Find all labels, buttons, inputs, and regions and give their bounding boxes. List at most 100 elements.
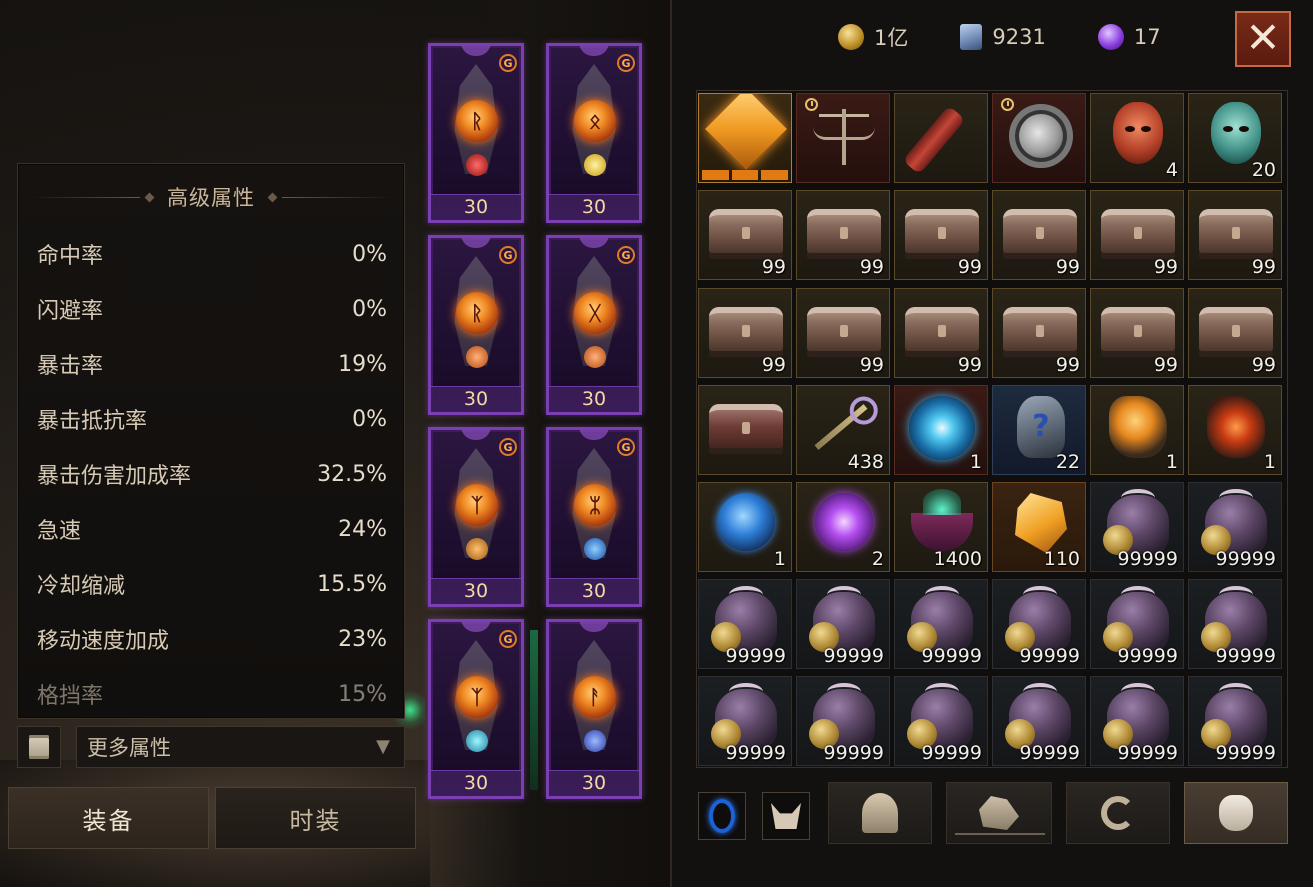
gem-icon bbox=[584, 730, 606, 752]
inventory-slot[interactable]: 99 bbox=[1188, 190, 1282, 280]
inventory-slot[interactable]: 99 bbox=[894, 288, 988, 378]
filter-bag-button[interactable] bbox=[1184, 782, 1288, 844]
item-quantity: 99999 bbox=[823, 645, 884, 667]
tier-badge-icon: G bbox=[617, 438, 635, 456]
close-button[interactable]: ✕ bbox=[1235, 11, 1291, 67]
item-quantity: 438 bbox=[847, 451, 884, 473]
inventory-slot[interactable]: 99 bbox=[698, 190, 792, 280]
more-stats-dropdown[interactable]: 更多属性 ▼ bbox=[76, 726, 405, 768]
tier-badge-icon: G bbox=[499, 246, 517, 264]
filter-ring-button[interactable] bbox=[698, 792, 746, 840]
gem-icon bbox=[584, 538, 606, 560]
inventory-slot[interactable]: 4 bbox=[1090, 93, 1184, 183]
coin-pile-icon bbox=[711, 683, 777, 749]
equipment-slot-3[interactable]: G ᚱ 30 bbox=[428, 235, 524, 415]
item-quantity: 99 bbox=[1251, 354, 1276, 376]
inventory-slot[interactable]: 99 bbox=[992, 288, 1086, 378]
inventory-slot[interactable] bbox=[698, 93, 792, 183]
inventory-slot[interactable]: 99999 bbox=[1188, 579, 1282, 669]
inventory-slot[interactable]: 99999 bbox=[698, 676, 792, 766]
stat-value: 15.5% bbox=[317, 571, 387, 597]
inventory-slot[interactable]: 99 bbox=[1090, 190, 1184, 280]
inventory-slot[interactable]: 1 bbox=[1090, 385, 1184, 475]
stat-value: 32.5% bbox=[317, 461, 387, 487]
inventory-slot[interactable]: ? 22 bbox=[992, 385, 1086, 475]
inventory-slot[interactable] bbox=[796, 93, 890, 183]
stat-value: 15% bbox=[338, 681, 387, 707]
inventory-slot[interactable] bbox=[894, 93, 988, 183]
equipment-slot-6[interactable]: G ᛯ 30 bbox=[546, 427, 642, 607]
inventory-slot[interactable]: 99999 bbox=[992, 676, 1086, 766]
stat-row-dodge-rate: 闪避率 0% bbox=[37, 289, 387, 329]
lava-ore-icon bbox=[1207, 396, 1265, 458]
inventory-slot[interactable]: 99999 bbox=[1090, 579, 1184, 669]
inventory-slot[interactable] bbox=[698, 385, 792, 475]
equipment-slot-7[interactable]: G ᛉ 30 bbox=[428, 619, 524, 799]
inventory-slot[interactable]: 99999 bbox=[894, 676, 988, 766]
inventory-slot[interactable]: 99999 bbox=[1090, 482, 1184, 572]
mystery-stone-icon: ? bbox=[1017, 396, 1065, 458]
inventory-slot[interactable]: 99999 bbox=[1188, 482, 1282, 572]
inventory-slot[interactable]: 1 bbox=[698, 482, 792, 572]
item-quantity: 20 bbox=[1251, 159, 1276, 181]
gem-icon bbox=[466, 346, 488, 368]
inventory-slot[interactable]: 438 bbox=[796, 385, 890, 475]
inventory-slot[interactable]: 1400 bbox=[894, 482, 988, 572]
stat-value: 19% bbox=[338, 351, 387, 377]
item-quantity: 99999 bbox=[921, 645, 982, 667]
title-divider-left bbox=[30, 196, 140, 198]
inventory-slot[interactable] bbox=[992, 93, 1086, 183]
equipment-slot-4[interactable]: G ᚷ 30 bbox=[546, 235, 642, 415]
stat-label: 暴击抵抗率 bbox=[37, 409, 148, 434]
gem-icon bbox=[466, 154, 488, 176]
helmet-icon bbox=[862, 793, 898, 833]
filter-swirl-button[interactable] bbox=[1066, 782, 1170, 844]
inventory-slot[interactable]: 99999 bbox=[1188, 676, 1282, 766]
tier-badge-icon: G bbox=[499, 54, 517, 72]
tab-equipment[interactable]: 装备 bbox=[8, 787, 209, 849]
crystal-card-icon bbox=[960, 24, 983, 50]
inventory-slot[interactable]: 99999 bbox=[698, 579, 792, 669]
tab-fashion[interactable]: 时装 bbox=[215, 787, 416, 849]
equipment-slot-5[interactable]: G ᛉ 30 bbox=[428, 427, 524, 607]
purple-orb-icon bbox=[1097, 24, 1124, 50]
inventory-slot[interactable]: 110 bbox=[992, 482, 1086, 572]
equipment-slot-1[interactable]: G ᚱ 30 bbox=[428, 43, 524, 223]
item-quantity: 99999 bbox=[1019, 645, 1080, 667]
item-quantity: 99 bbox=[957, 256, 982, 278]
item-quantity: 1 bbox=[773, 548, 786, 570]
filter-demon-button[interactable] bbox=[762, 792, 810, 840]
inventory-slot[interactable]: 99999 bbox=[992, 579, 1086, 669]
currency-gold: 1亿 bbox=[838, 22, 908, 52]
inventory-slot[interactable]: 99 bbox=[992, 190, 1086, 280]
equipment-slot-8[interactable]: ᚨ 30 bbox=[546, 619, 642, 799]
inventory-slot[interactable]: 20 bbox=[1188, 93, 1282, 183]
stat-value: 0% bbox=[352, 241, 387, 267]
inventory-slot[interactable]: 99 bbox=[698, 288, 792, 378]
stat-row-crit-resist: 暴击抵抗率 0% bbox=[37, 399, 387, 439]
inventory-slot[interactable]: 99 bbox=[1188, 288, 1282, 378]
filter-gauntlet-button[interactable] bbox=[946, 782, 1052, 844]
item-quantity: 99999 bbox=[921, 742, 982, 764]
equipment-slot-2[interactable]: G ᛟ 30 bbox=[546, 43, 642, 223]
stat-value: 23% bbox=[338, 626, 387, 652]
filter-helmet-button[interactable] bbox=[828, 782, 932, 844]
coin-pile-icon bbox=[1103, 683, 1169, 749]
inventory-slot[interactable]: 99 bbox=[796, 288, 890, 378]
stats-scroll-button[interactable] bbox=[17, 726, 61, 768]
inventory-slot[interactable]: 99 bbox=[796, 190, 890, 280]
title-divider-right bbox=[282, 196, 392, 198]
inventory-slot[interactable]: 99999 bbox=[796, 579, 890, 669]
inventory-slot[interactable]: 2 bbox=[796, 482, 890, 572]
rune-icon: ᚷ bbox=[574, 292, 616, 334]
inventory-slot[interactable]: 99999 bbox=[894, 579, 988, 669]
card-crest bbox=[579, 46, 609, 56]
inventory-slot[interactable]: 1 bbox=[894, 385, 988, 475]
inventory-slot[interactable]: 99999 bbox=[1090, 676, 1184, 766]
chest-icon bbox=[1003, 307, 1077, 357]
inventory-slot[interactable]: 1 bbox=[1188, 385, 1282, 475]
inventory-slot[interactable]: 99 bbox=[894, 190, 988, 280]
inventory-slot[interactable]: 99 bbox=[1090, 288, 1184, 378]
card-amount: 9231 bbox=[992, 25, 1046, 49]
inventory-slot[interactable]: 99999 bbox=[796, 676, 890, 766]
